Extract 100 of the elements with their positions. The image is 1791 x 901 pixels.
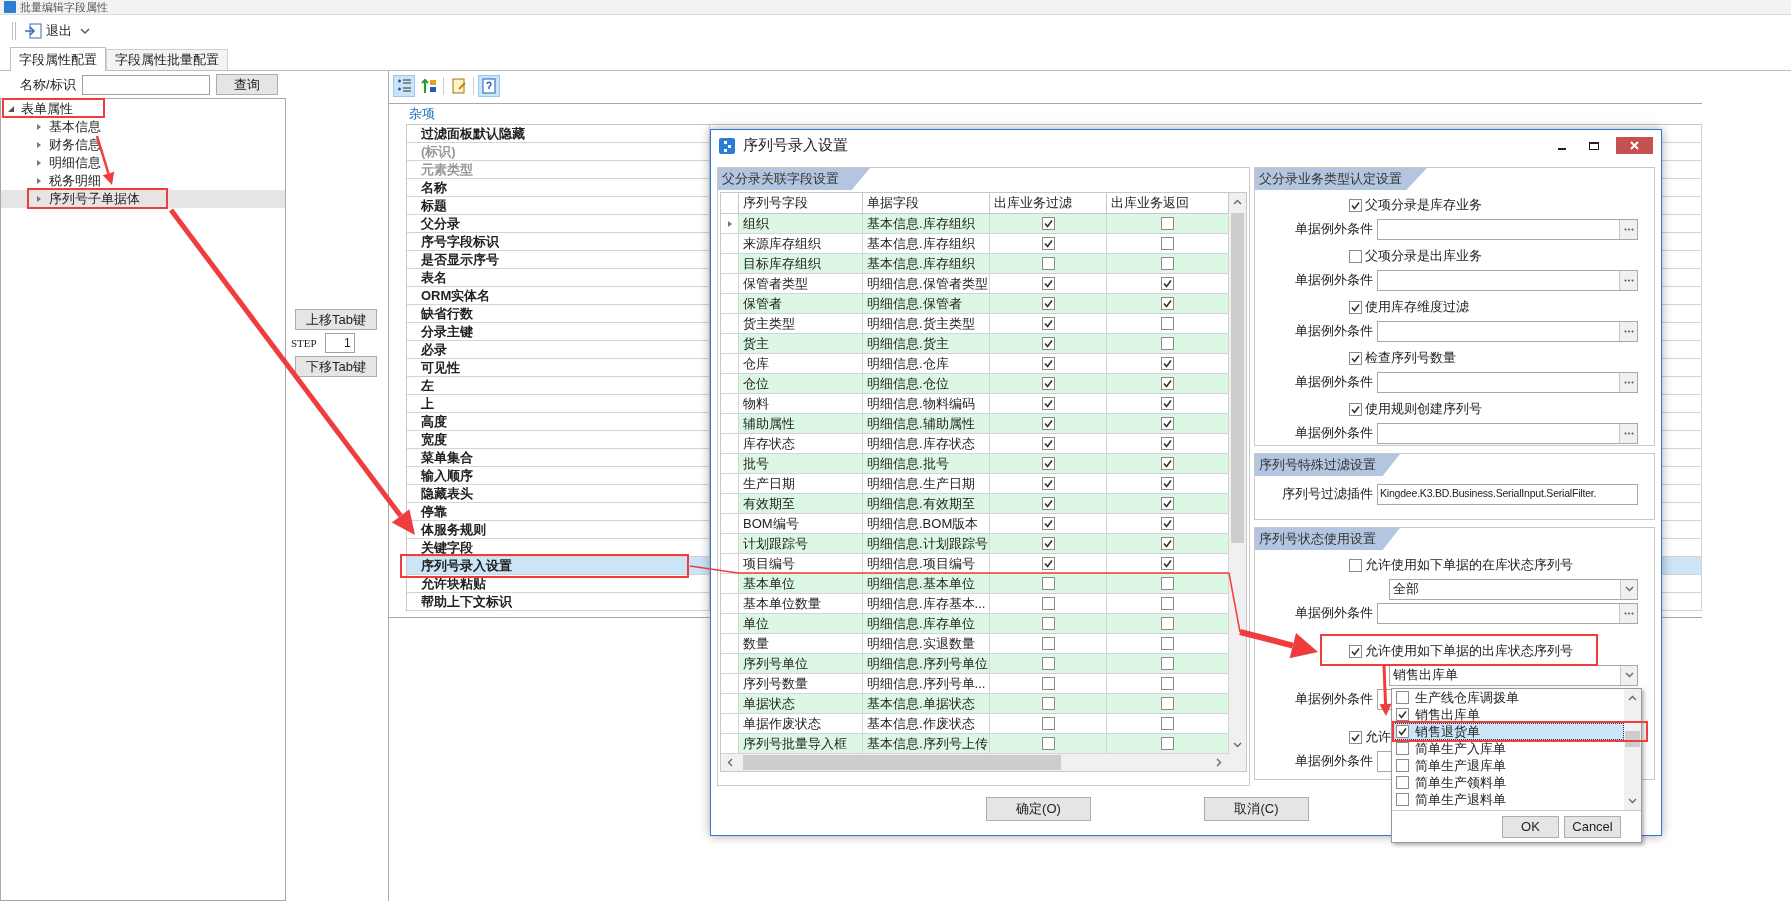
checkbox[interactable] xyxy=(1161,697,1174,710)
checkbox[interactable] xyxy=(1161,737,1174,750)
checkbox[interactable] xyxy=(1161,497,1174,510)
checkbox[interactable] xyxy=(1349,249,1362,263)
exit-button[interactable]: 退出 xyxy=(22,18,92,43)
search-field[interactable] xyxy=(81,74,210,95)
checkbox[interactable] xyxy=(1041,737,1055,750)
close-button[interactable] xyxy=(1616,137,1653,154)
checkbox[interactable] xyxy=(1041,317,1055,330)
checkbox[interactable] xyxy=(1161,577,1174,590)
checkbox[interactable] xyxy=(1161,617,1174,630)
checkbox[interactable] xyxy=(1349,558,1362,572)
checkbox[interactable] xyxy=(1041,357,1055,370)
browse-button[interactable] xyxy=(1619,270,1637,290)
toolbar-button[interactable] xyxy=(478,75,500,97)
checkbox[interactable] xyxy=(1396,793,1409,806)
checkbox[interactable] xyxy=(1161,217,1174,230)
checkbox[interactable] xyxy=(1161,597,1174,610)
condition-field[interactable] xyxy=(1377,602,1638,624)
checkbox[interactable] xyxy=(1041,717,1055,730)
dialog-button[interactable]: 取消(C) xyxy=(1204,797,1309,821)
checkbox[interactable] xyxy=(1041,217,1055,230)
tab[interactable]: 字段属性批量配置 xyxy=(106,49,228,70)
checkbox[interactable] xyxy=(1161,397,1174,410)
popup-button[interactable]: Cancel xyxy=(1564,815,1621,838)
checkbox[interactable] xyxy=(1041,697,1055,710)
checkbox[interactable] xyxy=(1161,377,1174,390)
tree-item[interactable]: 序列号子单据体 xyxy=(1,190,285,208)
list-item[interactable]: 销售退货单 xyxy=(1392,723,1624,740)
checkbox[interactable] xyxy=(1041,617,1055,630)
list-item[interactable]: 简单生产入库单 xyxy=(1392,740,1624,757)
checkbox[interactable] xyxy=(1041,437,1055,450)
checkbox[interactable] xyxy=(1396,776,1409,789)
checkbox[interactable] xyxy=(1161,417,1174,430)
browse-button[interactable] xyxy=(1619,603,1637,623)
dropdown[interactable]: 销售出库单 xyxy=(1389,664,1638,686)
checkbox[interactable] xyxy=(1041,277,1055,290)
tab[interactable]: 字段属性配置 xyxy=(10,47,106,71)
checkbox[interactable] xyxy=(1349,351,1362,365)
checkbox[interactable] xyxy=(1396,708,1409,721)
checkbox[interactable] xyxy=(1161,477,1174,490)
move-up-button[interactable]: 上移Tab键 xyxy=(295,309,377,330)
checkbox[interactable] xyxy=(1041,637,1055,650)
checkbox[interactable] xyxy=(1041,497,1055,510)
checkbox[interactable] xyxy=(1396,759,1409,772)
checkbox[interactable] xyxy=(1041,597,1055,610)
checkbox[interactable] xyxy=(1161,537,1174,550)
checkbox[interactable] xyxy=(1041,377,1055,390)
checkbox[interactable] xyxy=(1041,657,1055,670)
vertical-scrollbar[interactable] xyxy=(1624,689,1641,810)
list-item[interactable]: 生产线仓库调拨单 xyxy=(1392,689,1624,706)
checkbox[interactable] xyxy=(1349,198,1362,212)
checkbox[interactable] xyxy=(1161,357,1174,370)
scrollbar-thumb[interactable] xyxy=(743,755,1061,770)
checkbox[interactable] xyxy=(1041,557,1055,570)
checkbox[interactable] xyxy=(1041,417,1055,430)
condition-field[interactable] xyxy=(1377,422,1638,444)
checkbox[interactable] xyxy=(1041,577,1055,590)
checkbox[interactable] xyxy=(1161,717,1174,730)
plugin-field[interactable]: Kingdee.K3.BD.Business.SerialInput.SerialFilter. xyxy=(1377,483,1638,505)
checkbox[interactable] xyxy=(1161,637,1174,650)
checkbox[interactable] xyxy=(1349,644,1362,658)
checkbox[interactable] xyxy=(1161,277,1174,290)
checkbox[interactable] xyxy=(1396,691,1409,704)
checkbox[interactable] xyxy=(1041,517,1055,530)
checkbox[interactable] xyxy=(1161,297,1174,310)
checkbox[interactable] xyxy=(1161,257,1174,270)
popup-button[interactable]: OK xyxy=(1502,815,1559,838)
checkbox[interactable] xyxy=(1349,402,1362,416)
toolbar-button[interactable] xyxy=(393,75,415,97)
condition-field[interactable] xyxy=(1377,320,1638,342)
tree-item[interactable]: 基本信息 xyxy=(1,118,285,136)
vertical-scrollbar[interactable] xyxy=(1229,193,1246,754)
checkbox[interactable] xyxy=(1349,730,1362,744)
dialog-button[interactable]: 确定(O) xyxy=(986,797,1091,821)
dropdown[interactable]: 全部 xyxy=(1389,578,1638,600)
checkbox[interactable] xyxy=(1041,337,1055,350)
checkbox[interactable] xyxy=(1041,537,1055,550)
checkbox[interactable] xyxy=(1041,297,1055,310)
browse-button[interactable] xyxy=(1619,372,1637,392)
checkbox[interactable] xyxy=(1161,237,1174,250)
query-button[interactable]: 查询 xyxy=(215,74,278,95)
horizontal-scrollbar[interactable] xyxy=(721,754,1246,771)
tree-item[interactable]: 税务明细 xyxy=(1,172,285,190)
browse-button[interactable] xyxy=(1619,321,1637,341)
browse-button[interactable] xyxy=(1619,423,1637,443)
checkbox[interactable] xyxy=(1349,300,1362,314)
checkbox[interactable] xyxy=(1041,397,1055,410)
checkbox[interactable] xyxy=(1041,477,1055,490)
move-down-button[interactable]: 下移Tab键 xyxy=(295,356,377,377)
condition-field[interactable] xyxy=(1377,218,1638,240)
checkbox[interactable] xyxy=(1161,337,1174,350)
condition-field[interactable] xyxy=(1377,371,1638,393)
checkbox[interactable] xyxy=(1161,517,1174,530)
checkbox[interactable] xyxy=(1161,317,1174,330)
checkbox[interactable] xyxy=(1161,457,1174,470)
checkbox[interactable] xyxy=(1161,557,1174,570)
checkbox[interactable] xyxy=(1161,677,1174,690)
checkbox[interactable] xyxy=(1041,237,1055,250)
condition-field[interactable] xyxy=(1377,269,1638,291)
